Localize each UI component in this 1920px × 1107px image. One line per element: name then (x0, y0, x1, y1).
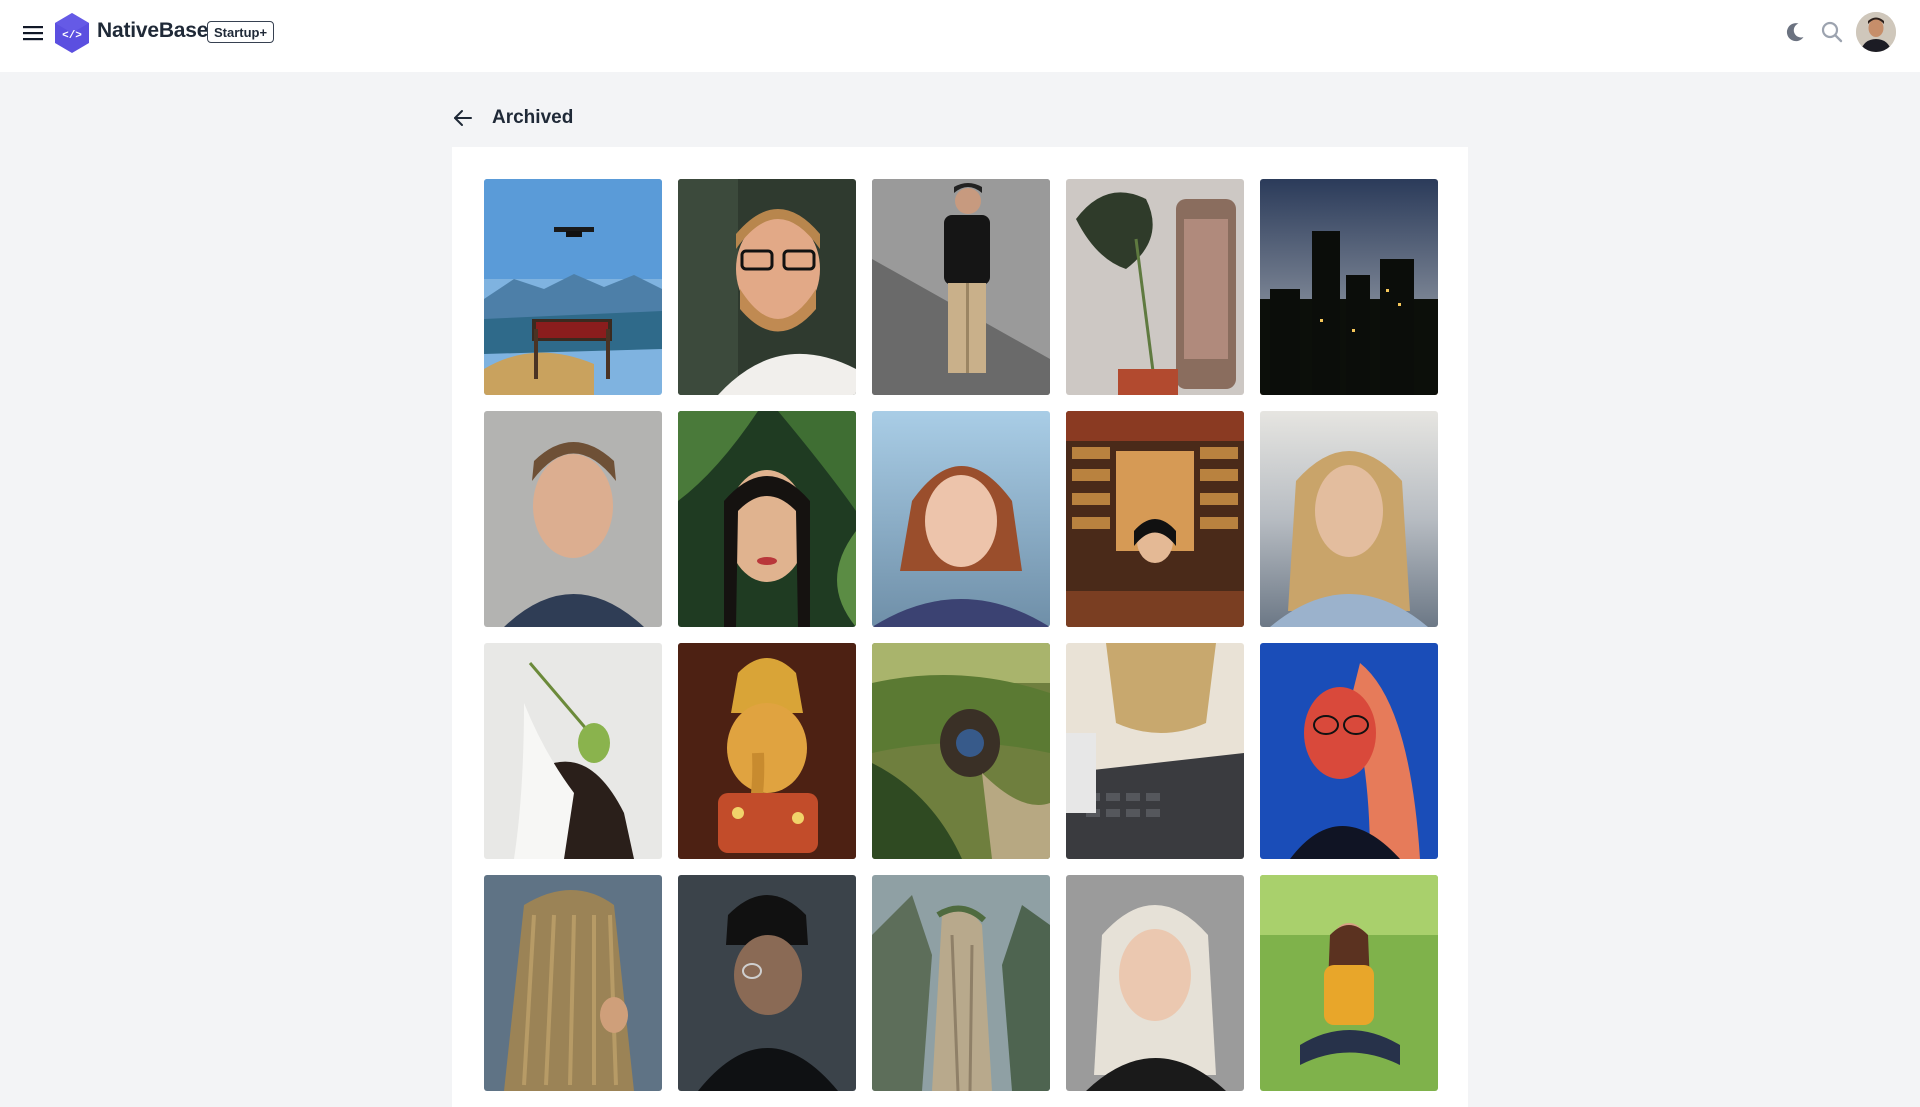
photo-tile[interactable] (872, 179, 1050, 395)
photo-tile[interactable] (872, 411, 1050, 627)
photo-tile[interactable] (678, 875, 856, 1091)
plan-badge: Startup+ (207, 21, 275, 43)
svg-text:</>: </> (62, 30, 82, 42)
search-icon[interactable] (1820, 20, 1844, 44)
moon-icon[interactable] (1783, 20, 1807, 44)
photo-tile[interactable] (678, 179, 856, 395)
photo-tile[interactable] (678, 643, 856, 859)
avatar[interactable] (1856, 12, 1896, 52)
logo-icon[interactable]: </> (53, 12, 91, 54)
photo-tile[interactable] (1066, 179, 1244, 395)
photo-tile[interactable] (1066, 411, 1244, 627)
photo-tile[interactable] (484, 411, 662, 627)
photo-tile[interactable] (484, 179, 662, 395)
photo-tile[interactable] (484, 643, 662, 859)
gallery-card (452, 147, 1468, 1107)
photo-tile[interactable] (1260, 875, 1438, 1091)
photo-tile[interactable] (872, 643, 1050, 859)
brand-name[interactable]: NativeBase (97, 19, 208, 43)
photo-tile[interactable] (1066, 643, 1244, 859)
photo-grid (484, 179, 1438, 1091)
photo-tile[interactable] (1066, 875, 1244, 1091)
top-navbar: </> NativeBase Startup+ (0, 0, 1920, 72)
arrow-left-icon[interactable] (451, 106, 475, 130)
page-title: Archived (492, 107, 574, 128)
photo-tile[interactable] (872, 875, 1050, 1091)
photo-tile[interactable] (484, 875, 662, 1091)
photo-tile[interactable] (1260, 643, 1438, 859)
photo-tile[interactable] (678, 411, 856, 627)
photo-tile[interactable] (1260, 411, 1438, 627)
photo-tile[interactable] (1260, 179, 1438, 395)
menu-icon[interactable] (22, 23, 44, 43)
